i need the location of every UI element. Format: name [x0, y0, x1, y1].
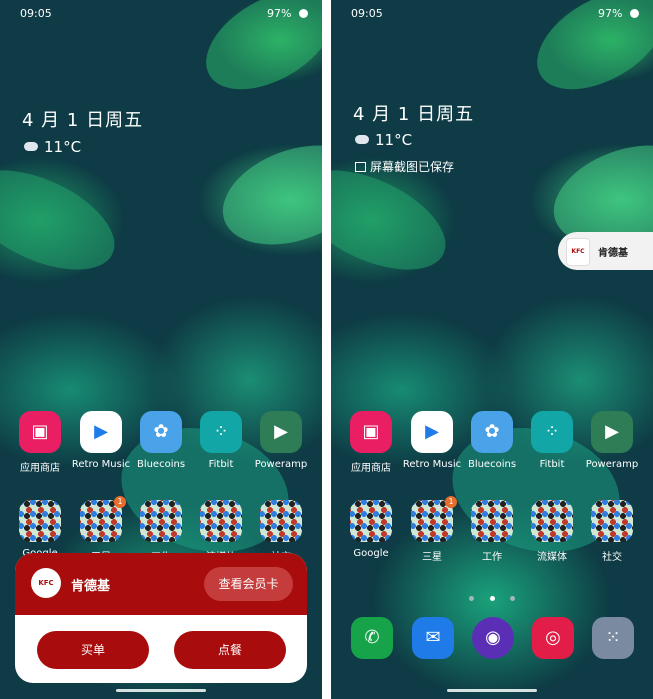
shopping-bag-icon: ▣ [350, 411, 392, 453]
app-label: Retro Music [71, 459, 131, 470]
notice-text: 屏幕截图已保存 [370, 160, 455, 174]
app-store[interactable]: ▣ 应用商店 [341, 411, 401, 474]
battery-icon [299, 9, 308, 18]
folder-icon [140, 500, 182, 542]
kfc-logo: KFC [31, 568, 61, 598]
folder-work[interactable]: 工作 [462, 500, 522, 563]
bluecoins-app[interactable]: ✿ Bluecoins [462, 411, 522, 470]
battery-level: 97% [267, 7, 292, 20]
notification-badge: 1 [445, 496, 457, 508]
pay-button[interactable]: 买单 [37, 631, 149, 669]
bluecoins-app[interactable]: ✿ Bluecoins [131, 411, 191, 470]
view-member-card-button[interactable]: 查看会员卡 [204, 567, 293, 601]
fitbit-app[interactable]: ⁘ Fitbit [191, 411, 251, 470]
date-widget[interactable]: 4 月 1 日周五 [353, 100, 474, 126]
folder-icon [260, 500, 302, 542]
app-label: Poweramp [254, 459, 308, 470]
poweramp-app[interactable]: ▶ Poweramp [251, 411, 311, 470]
phone-icon[interactable]: ✆ [351, 617, 393, 659]
page-dot [509, 596, 515, 601]
play-icon: ▶ [411, 411, 453, 453]
dots-grid-icon: ⁘ [200, 411, 242, 453]
status-time: 09:05 [351, 7, 383, 20]
flower-icon: ✿ [471, 411, 513, 453]
folder-social[interactable]: 社交 [582, 500, 642, 563]
folder-samsung[interactable]: 1 三星 [402, 496, 462, 563]
folder-label: 三星 [422, 552, 442, 563]
folder-icon [471, 500, 513, 542]
app-label: Retro Music [402, 459, 462, 470]
app-label: Bluecoins [467, 459, 517, 470]
battery-level: 97% [598, 7, 623, 20]
gesture-bar[interactable] [447, 689, 537, 692]
kfc-name: 肯德基 [71, 579, 111, 594]
app-label: Bluecoins [136, 459, 186, 470]
date-widget[interactable]: 4 月 1 日周五 [22, 106, 143, 132]
status-bar: 09:05 97% [0, 0, 322, 26]
folder-icon [531, 500, 573, 542]
app-store[interactable]: ▣ 应用商店 [10, 411, 70, 474]
dots-grid-icon: ⁘ [531, 411, 573, 453]
folder-icon [200, 500, 242, 542]
kfc-widget-header: KFC 肯德基 查看会员卡 [15, 553, 307, 615]
battery-icon [630, 9, 639, 18]
page-dot-home [489, 596, 495, 601]
wallpaper-leaf [209, 127, 322, 263]
app-drawer-icon[interactable]: ⁙ [592, 617, 634, 659]
folder-google[interactable]: Google [10, 500, 70, 559]
kfc-floating-shortcut[interactable]: KFC 肯德基 [558, 232, 653, 270]
shopping-bag-icon: ▣ [19, 411, 61, 453]
browser-icon[interactable]: ◉ [472, 617, 514, 659]
page-dot [469, 596, 475, 601]
fitbit-app[interactable]: ⁘ Fitbit [522, 411, 582, 470]
folder-icon [350, 500, 392, 542]
temperature: 11°C [375, 131, 413, 149]
weather-cloud-icon [355, 135, 369, 144]
retro-music-app[interactable]: ▶ Retro Music [71, 411, 131, 470]
kfc-widget: KFC 肯德基 查看会员卡 买单 点餐 [15, 553, 307, 683]
camera-icon[interactable]: ◎ [532, 617, 574, 659]
folder-icon [19, 500, 61, 542]
folder-streaming[interactable]: 流媒体 [522, 500, 582, 563]
notification-badge: 1 [114, 496, 126, 508]
image-icon [355, 162, 366, 172]
app-label: Fitbit [208, 459, 234, 470]
order-food-button[interactable]: 点餐 [174, 631, 286, 669]
status-right: 97% [598, 7, 639, 20]
phone-screen-right: 09:05 97% 4 月 1 日周五 11°C 屏幕截图已保存 ▣ 应用商店 … [331, 0, 653, 699]
status-time: 09:05 [20, 7, 52, 20]
kfc-logo: KFC [566, 238, 590, 266]
messages-icon[interactable]: ✉ [412, 617, 454, 659]
app-label: Fitbit [539, 459, 565, 470]
flower-icon: ✿ [140, 411, 182, 453]
app-label: 应用商店 [351, 463, 391, 474]
kfc-name: 肯德基 [598, 248, 628, 259]
weather-widget[interactable]: 11°C [355, 131, 412, 149]
folder-label: 社交 [602, 552, 622, 563]
poweramp-app[interactable]: ▶ Poweramp [582, 411, 642, 470]
status-bar: 09:05 97% [331, 0, 653, 26]
folder-icon [591, 500, 633, 542]
status-right: 97% [267, 7, 308, 20]
wallpaper-leaf [0, 149, 130, 291]
play-icon: ▶ [80, 411, 122, 453]
gesture-bar[interactable] [116, 689, 206, 692]
phone-screen-left: 09:05 97% 4 月 1 日周五 11°C ▣ 应用商店 ▶ Retro … [0, 0, 322, 699]
retro-music-app[interactable]: ▶ Retro Music [402, 411, 462, 470]
folder-icon: 1 [80, 496, 126, 542]
temperature: 11°C [44, 138, 82, 156]
page-indicator[interactable] [331, 586, 653, 605]
app-label: 应用商店 [20, 463, 60, 474]
folder-label: 流媒体 [537, 552, 567, 563]
play-icon: ▶ [260, 411, 302, 453]
folder-google[interactable]: Google [341, 500, 401, 559]
folder-label: Google [353, 548, 389, 559]
folder-label: 工作 [482, 552, 502, 563]
folder-icon: 1 [411, 496, 457, 542]
weather-cloud-icon [24, 142, 38, 151]
weather-widget[interactable]: 11°C [24, 138, 81, 156]
app-label: Poweramp [585, 459, 639, 470]
screenshot-saved-notice: 屏幕截图已保存 [355, 158, 454, 175]
play-icon: ▶ [591, 411, 633, 453]
